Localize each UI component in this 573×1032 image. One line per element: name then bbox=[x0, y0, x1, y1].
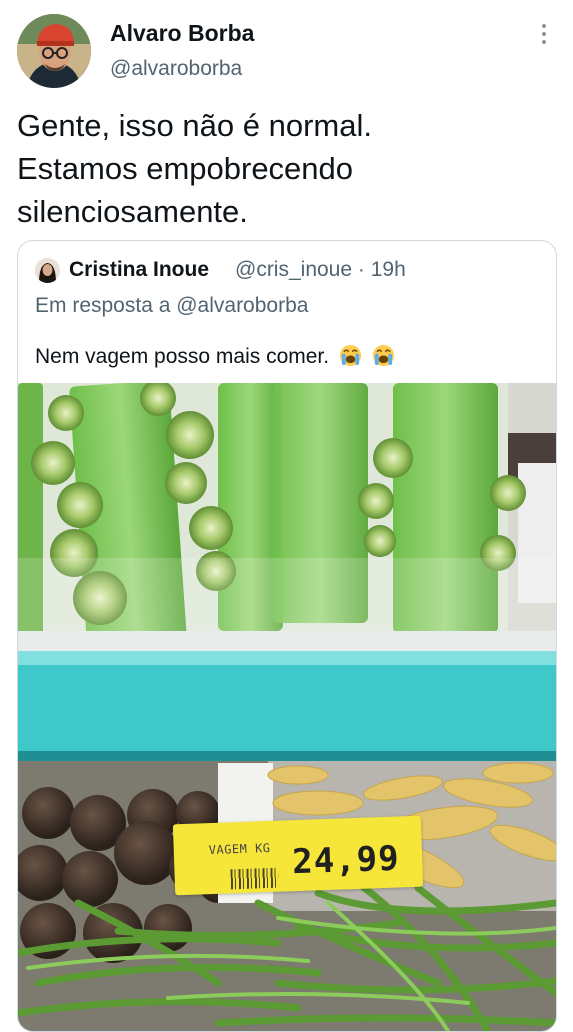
tweet-header: Alvaro Borba @alvaroborba bbox=[0, 0, 573, 95]
quoted-tweet-time: 19h bbox=[370, 258, 406, 281]
meta-separator: · bbox=[357, 258, 365, 281]
tweet-text: Gente, isso não é normal. Estamos empobr… bbox=[17, 104, 557, 233]
quoted-author-meta: @cris_inoue · 19h bbox=[235, 258, 406, 282]
author-avatar[interactable] bbox=[17, 14, 91, 88]
tweet-text-line: silenciosamente. bbox=[17, 194, 248, 229]
author-name[interactable]: Alvaro Borba bbox=[110, 20, 254, 47]
barcode bbox=[230, 867, 280, 890]
price-tag: VAGEM KG 24,99 bbox=[172, 815, 424, 896]
author-handle[interactable]: @alvaroborba bbox=[110, 57, 242, 81]
quoted-tweet-text: Nem vagem posso mais comer. bbox=[35, 345, 330, 368]
tweet-photo[interactable]: VAGEM KG 24,99 bbox=[18, 383, 556, 1031]
tweet-text-line: Gente, isso não é normal. bbox=[17, 108, 372, 143]
quoted-tweet-text-row: Nem vagem posso mais comer. bbox=[35, 344, 395, 369]
more-vertical-icon[interactable] bbox=[536, 24, 552, 50]
quoted-author-handle: @cris_inoue bbox=[235, 258, 353, 281]
reply-to-label: Em resposta a @alvaroborba bbox=[35, 294, 309, 317]
quoted-tweet[interactable]: Cristina Inoue @cris_inoue · 19h Em resp… bbox=[17, 240, 557, 1032]
crying-face-emoji bbox=[372, 344, 394, 367]
price-tag-value: 24,99 bbox=[291, 838, 401, 883]
crying-face-emoji bbox=[339, 344, 361, 367]
quoted-author-name: Cristina Inoue bbox=[69, 258, 210, 281]
tweet-text-line: Estamos empobrecendo bbox=[17, 151, 354, 186]
price-tag-product: VAGEM KG bbox=[208, 840, 271, 858]
quoted-author-avatar bbox=[35, 258, 60, 283]
